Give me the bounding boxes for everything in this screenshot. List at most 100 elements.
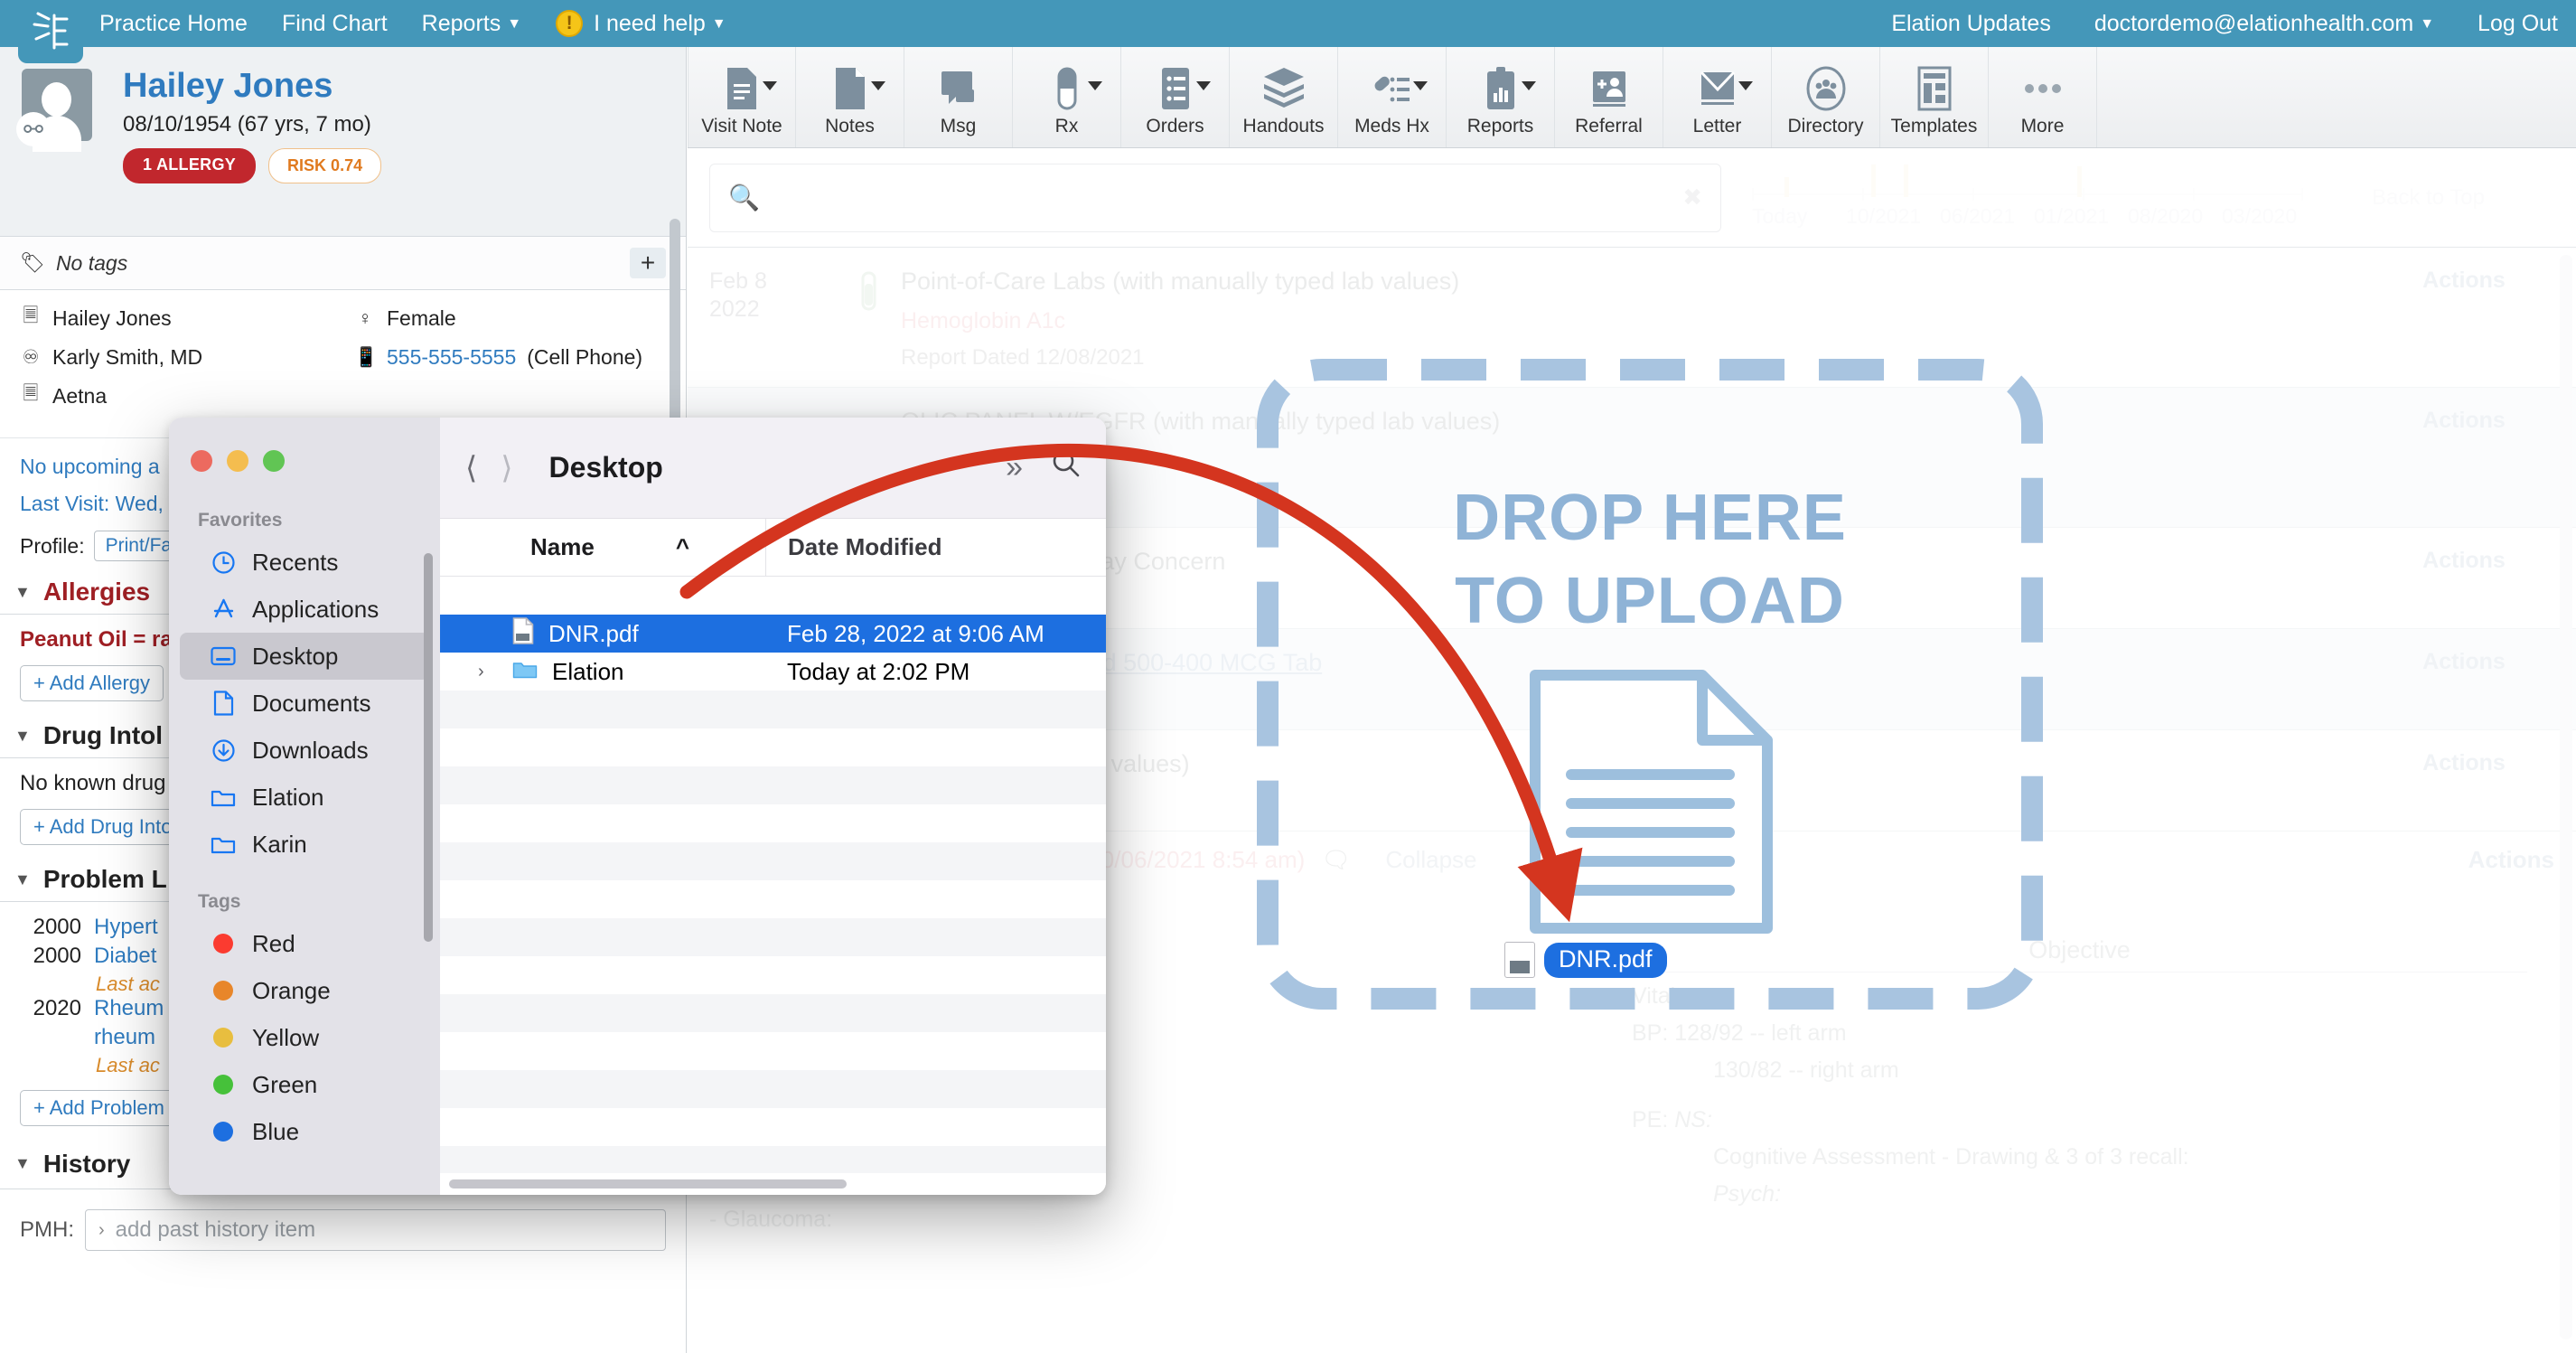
timeline-label: 03/2020	[2222, 204, 2316, 229]
list-item-empty	[440, 1108, 1106, 1146]
chevron-left-icon[interactable]: ⟨	[465, 450, 477, 486]
search-icon[interactable]	[1050, 448, 1081, 487]
toolbar-button-rx[interactable]: Rx	[1013, 47, 1121, 147]
folder-icon	[209, 834, 238, 854]
finder-sidebar-scrollbar[interactable]	[424, 553, 433, 942]
minimize-button[interactable]	[227, 450, 248, 472]
chevron-double-right-icon[interactable]: »	[1006, 450, 1023, 485]
nav-item-elation-updates[interactable]: Elation Updates	[1891, 11, 2051, 37]
toolbar-button-letter[interactable]: Letter	[1663, 47, 1772, 147]
sidebar-item-downloads[interactable]: Downloads	[180, 727, 429, 774]
toolbar-button-templates[interactable]: Templates	[1880, 47, 1989, 147]
problem-name[interactable]: Hypert	[94, 915, 158, 940]
sidebar-item-recents[interactable]: Recents	[180, 539, 429, 586]
toolbar-button-reports[interactable]: Reports	[1447, 47, 1555, 147]
column-header-date-modified[interactable]: Date Modified	[765, 519, 941, 576]
column-header-name[interactable]: Name ^	[440, 533, 765, 561]
nav-item-reports[interactable]: Reports▼	[422, 11, 521, 37]
toolbar-button-orders[interactable]: Orders	[1121, 47, 1230, 147]
status-badge-allergy[interactable]: 1 ALLERGY	[123, 148, 256, 183]
file-drop-zone[interactable]: DROP HERE TO UPLOAD	[1257, 359, 2043, 1010]
sidebar-item-applications[interactable]: Applications	[180, 586, 429, 633]
record-actions-menu[interactable]: Actions	[2374, 268, 2554, 371]
pmh-input[interactable]: › add past history item	[85, 1209, 666, 1251]
no-tags-label: No tags	[56, 251, 127, 276]
toolbar-button-directory[interactable]: Directory	[1772, 47, 1880, 147]
toolbar-button-visit-note[interactable]: Visit Note	[688, 47, 796, 147]
add-problem-button[interactable]: + Add Problem	[20, 1090, 178, 1126]
phone-type-label: (Cell Phone)	[527, 345, 642, 370]
sidebar-item-label: Recents	[252, 549, 338, 577]
record-actions-menu[interactable]: Actions	[2374, 750, 2554, 814]
sidebar-item-documents[interactable]: Documents	[180, 680, 429, 727]
finder-dialog[interactable]: Favorites Recents Applications Desktop	[169, 418, 1106, 1195]
finder-horizontal-scrollbar[interactable]	[440, 1173, 1106, 1195]
elation-logo-icon[interactable]	[18, 0, 83, 63]
elation-logo-glyph	[33, 12, 69, 52]
nav-item-account-menu[interactable]: doctordemo@elationhealth.com▼	[2094, 11, 2434, 37]
finder-horizontal-scrollbar-thumb[interactable]	[449, 1179, 847, 1189]
chevron-right-icon[interactable]: ⟩	[501, 450, 512, 486]
record-date-line1: Feb 8	[709, 268, 836, 296]
sidebar-item-tag-orange[interactable]: Orange	[180, 967, 429, 1014]
clock-icon	[209, 550, 238, 575]
sidebar-item-desktop[interactable]: Desktop	[180, 633, 429, 680]
tag-icon: 🏷	[20, 251, 45, 275]
toolbar-label: Referral	[1575, 116, 1643, 137]
main-scrollbar[interactable]	[2560, 255, 2572, 1339]
list-item[interactable]: › Elation Today at 2:02 PM	[440, 653, 1106, 691]
record-actions-menu[interactable]: Actions	[2374, 548, 2554, 612]
record-title[interactable]: Point-of-Care Labs (with manually typed …	[901, 268, 2374, 296]
toolbar-button-msg[interactable]: Msg	[904, 47, 1013, 147]
record-date: Feb 8 2022	[709, 268, 836, 371]
search-input[interactable]	[774, 185, 1668, 211]
list-item-empty	[440, 728, 1106, 766]
record-actions-menu[interactable]: Actions	[2374, 649, 2554, 713]
sidebar-item-karin[interactable]: Karin	[180, 821, 429, 868]
status-badge-risk[interactable]: RISK 0.74	[268, 148, 381, 183]
toolbar-button-meds-hx[interactable]: Meds Hx	[1338, 47, 1447, 147]
chart-timeline[interactable]: Today 10/2021 06/2021 01/2021 08/2020 03…	[1752, 159, 2339, 237]
chevron-down-icon	[1196, 81, 1211, 90]
add-allergy-button[interactable]: + Add Allergy	[20, 665, 164, 701]
sidebar-item-elation[interactable]: Elation	[180, 774, 429, 821]
sidebar-item-tag-blue[interactable]: Blue	[180, 1108, 429, 1155]
record-actions-menu[interactable]: Actions	[2374, 408, 2554, 511]
toolbar-button-referral[interactable]: Referral	[1555, 47, 1663, 147]
maximize-button[interactable]	[263, 450, 285, 472]
toolbar-label: Rx	[1055, 116, 1079, 137]
toolbar-label: Handouts	[1243, 116, 1325, 137]
problem-name-cont[interactable]: rheum	[94, 1025, 155, 1050]
nav-item-log-out[interactable]: Log Out	[2478, 11, 2558, 37]
close-button[interactable]	[191, 450, 212, 472]
list-item[interactable]: › DNR.pdf Feb 28, 2022 at 9:06 AM	[440, 615, 1106, 653]
clear-icon[interactable]: ✖	[1682, 183, 1702, 211]
section-title: Drug Intol	[43, 721, 163, 750]
file-date-label: Today at 2:02 PM	[765, 658, 970, 686]
toolbar-label: Visit Note	[701, 116, 782, 137]
sidebar-item-tag-green[interactable]: Green	[180, 1061, 429, 1108]
demo-row: 🗏 Aetna	[20, 381, 666, 412]
sidebar-item-tag-red[interactable]: Red	[180, 920, 429, 967]
disclosure-icon[interactable]: ›	[478, 662, 498, 682]
add-tag-button[interactable]: +	[630, 248, 666, 278]
toolbar-button-more[interactable]: More	[1989, 47, 2097, 147]
sidebar-item-tag-yellow[interactable]: Yellow	[180, 1014, 429, 1061]
phone-value[interactable]: 555-555-5555	[387, 345, 516, 370]
problem-name[interactable]: Diabet	[94, 944, 156, 969]
add-drug-intolerance-button[interactable]: + Add Drug Into	[20, 809, 186, 845]
chevron-down-icon: ▼	[712, 16, 726, 33]
nav-item-i-need-help[interactable]: I need help▼	[594, 11, 726, 37]
nav-item-practice-home[interactable]: Practice Home	[99, 11, 248, 37]
back-to-top-link[interactable]: Back to Top	[2372, 185, 2485, 211]
nav-label: Elation Updates	[1891, 11, 2051, 36]
nav-item-find-chart[interactable]: Find Chart	[282, 11, 388, 37]
demo-phone: 📱 555-555-5555 (Cell Phone)	[354, 345, 642, 370]
search-box[interactable]: 🔍 ✖	[709, 164, 1721, 232]
problem-name[interactable]: Rheum	[94, 996, 164, 1021]
page-title[interactable]: Hailey Jones	[123, 67, 664, 107]
note-actions-menu[interactable]: Actions	[2468, 846, 2554, 874]
toolbar-button-notes[interactable]: Notes	[796, 47, 904, 147]
toolbar-button-handouts[interactable]: Handouts	[1230, 47, 1338, 147]
timeline-axis	[1752, 193, 2303, 195]
